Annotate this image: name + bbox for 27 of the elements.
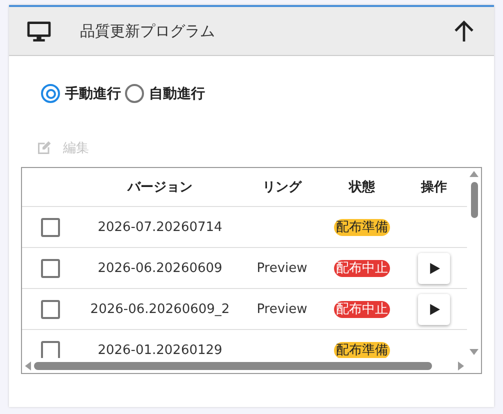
status-badge: 配布中止 — [334, 301, 390, 318]
status-badge: 配布準備 — [334, 219, 390, 236]
version-cell: 2026-06.20260609 — [98, 260, 222, 276]
status-badge: 配布中止 — [334, 260, 390, 277]
ring-cell: Preview — [256, 302, 308, 316]
play-icon — [428, 304, 440, 314]
mode-radio[interactable]: 手動進行 — [41, 84, 121, 103]
status-badge: 配布準備 — [334, 342, 390, 358]
column-header: バージョン — [126, 179, 194, 196]
column-header: リング — [262, 179, 303, 196]
column-header: 操作 — [420, 179, 448, 196]
play-button[interactable] — [418, 252, 450, 284]
play-icon — [428, 262, 440, 274]
version-cell: 2026-01.20260129 — [98, 342, 222, 358]
edit-icon — [35, 139, 53, 157]
panel-title: 品質更新プログラム — [80, 22, 216, 40]
row-checkbox[interactable] — [40, 300, 60, 318]
play-button[interactable] — [418, 294, 450, 324]
version-cell: 2026-07.20260714 — [98, 220, 222, 234]
ring-cell: Preview — [256, 260, 308, 276]
row-checkbox[interactable] — [40, 258, 60, 278]
version-cell: 2026-06.20260609_2 — [90, 302, 230, 316]
scrollbar-thumb[interactable] — [470, 182, 478, 218]
mode-radio[interactable]: 自動進行 — [125, 84, 205, 103]
scrollbar-thumb[interactable] — [34, 362, 432, 370]
row-checkbox[interactable] — [40, 218, 60, 236]
column-header: 状態 — [347, 178, 376, 196]
